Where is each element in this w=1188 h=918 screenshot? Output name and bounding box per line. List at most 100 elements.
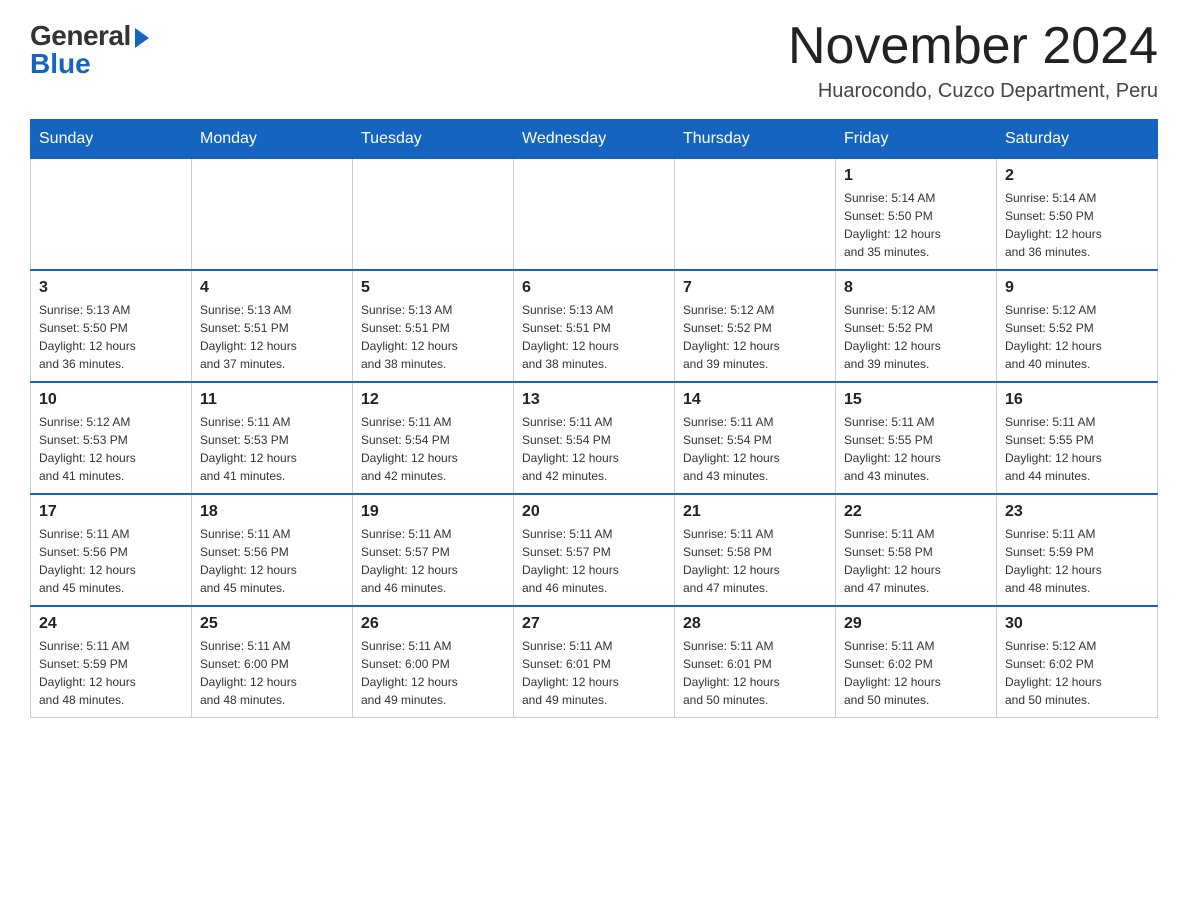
calendar-cell: 28 Sunrise: 5:11 AMSunset: 6:01 PMDayligh…: [675, 606, 836, 718]
calendar-cell: 4 Sunrise: 5:13 AMSunset: 5:51 PMDaylight…: [192, 270, 353, 382]
day-of-week-header: Friday: [836, 120, 997, 159]
calendar-cell: 14 Sunrise: 5:11 AMSunset: 5:54 PMDayligh…: [675, 382, 836, 494]
day-info: Sunrise: 5:11 AMSunset: 5:58 PMDaylight:…: [683, 525, 827, 597]
day-info: Sunrise: 5:11 AMSunset: 6:00 PMDaylight:…: [200, 637, 344, 709]
calendar-cell: 13Sunrise: 5:11 AMSunset: 5:54 PMDayligh…: [514, 382, 675, 494]
day-info: Sunrise: 5:11 AMSunset: 5:57 PMDaylight:…: [361, 525, 505, 597]
day-number: 20: [522, 503, 666, 521]
day-number: 8: [844, 279, 988, 297]
day-info: Sunrise: 5:11 AMSunset: 5:59 PMDaylight:…: [1005, 525, 1149, 597]
logo-arrow-icon: [135, 28, 149, 48]
day-number: 28: [683, 615, 827, 633]
day-of-week-header: Saturday: [997, 120, 1158, 159]
day-info: Sunrise: 5:11 AMSunset: 6:00 PMDaylight:…: [361, 637, 505, 709]
calendar-cell: 11Sunrise: 5:11 AMSunset: 5:53 PMDayligh…: [192, 382, 353, 494]
calendar-cell: 18 Sunrise: 5:11 AMSunset: 5:56 PMDayligh…: [192, 494, 353, 606]
day-info: Sunrise: 5:11 AMSunset: 5:55 PMDaylight:…: [844, 413, 988, 485]
day-number: 4: [200, 279, 344, 297]
day-number: 10: [39, 391, 183, 409]
calendar-header-row: SundayMondayTuesdayWednesdayThursdayFrid…: [31, 120, 1158, 159]
calendar-cell: 17 Sunrise: 5:11 AMSunset: 5:56 PMDayligh…: [31, 494, 192, 606]
day-number: 7: [683, 279, 827, 297]
day-number: 13: [522, 391, 666, 409]
calendar-cell: 7 Sunrise: 5:12 AMSunset: 5:52 PMDaylight…: [675, 270, 836, 382]
day-info: Sunrise: 5:11 AMSunset: 5:53 PMDaylight:…: [200, 413, 344, 485]
day-of-week-header: Wednesday: [514, 120, 675, 159]
day-number: 25: [200, 615, 344, 633]
logo: General Blue: [30, 20, 149, 80]
calendar-cell: 3 Sunrise: 5:13 AMSunset: 5:50 PMDaylight…: [31, 270, 192, 382]
day-info: Sunrise: 5:11 AMSunset: 5:55 PMDaylight:…: [1005, 413, 1149, 485]
logo-blue-text: Blue: [30, 48, 91, 80]
day-number: 6: [522, 279, 666, 297]
day-number: 9: [1005, 279, 1149, 297]
day-info: Sunrise: 5:11 AMSunset: 6:01 PMDaylight:…: [683, 637, 827, 709]
day-number: 29: [844, 615, 988, 633]
calendar-cell: 10Sunrise: 5:12 AMSunset: 5:53 PMDayligh…: [31, 382, 192, 494]
day-number: 17: [39, 503, 183, 521]
location-title: Huarocondo, Cuzco Department, Peru: [788, 80, 1158, 103]
calendar-cell: 6 Sunrise: 5:13 AMSunset: 5:51 PMDaylight…: [514, 270, 675, 382]
calendar-cell: 20 Sunrise: 5:11 AMSunset: 5:57 PMDayligh…: [514, 494, 675, 606]
day-number: 30: [1005, 615, 1149, 633]
day-number: 15: [844, 391, 988, 409]
day-of-week-header: Tuesday: [353, 120, 514, 159]
calendar-cell: 30 Sunrise: 5:12 AMSunset: 6:02 PMDayligh…: [997, 606, 1158, 718]
calendar-cell: 23Sunrise: 5:11 AMSunset: 5:59 PMDayligh…: [997, 494, 1158, 606]
day-info: Sunrise: 5:11 AMSunset: 5:57 PMDaylight:…: [522, 525, 666, 597]
calendar-cell: 21 Sunrise: 5:11 AMSunset: 5:58 PMDayligh…: [675, 494, 836, 606]
day-info: Sunrise: 5:11 AMSunset: 5:59 PMDaylight:…: [39, 637, 183, 709]
day-info: Sunrise: 5:11 AMSunset: 5:56 PMDaylight:…: [39, 525, 183, 597]
day-info: Sunrise: 5:13 AMSunset: 5:50 PMDaylight:…: [39, 301, 183, 373]
day-info: Sunrise: 5:12 AMSunset: 6:02 PMDaylight:…: [1005, 637, 1149, 709]
calendar-cell: 1Sunrise: 5:14 AMSunset: 5:50 PMDaylight…: [836, 159, 997, 271]
calendar-cell: [514, 159, 675, 271]
day-info: Sunrise: 5:11 AMSunset: 5:54 PMDaylight:…: [361, 413, 505, 485]
calendar-cell: 24 Sunrise: 5:11 AMSunset: 5:59 PMDayligh…: [31, 606, 192, 718]
calendar-cell: 15 Sunrise: 5:11 AMSunset: 5:55 PMDayligh…: [836, 382, 997, 494]
calendar-week-row: 24 Sunrise: 5:11 AMSunset: 5:59 PMDayligh…: [31, 606, 1158, 718]
calendar-cell: 25 Sunrise: 5:11 AMSunset: 6:00 PMDayligh…: [192, 606, 353, 718]
calendar-week-row: 3 Sunrise: 5:13 AMSunset: 5:50 PMDaylight…: [31, 270, 1158, 382]
day-number: 14: [683, 391, 827, 409]
calendar-week-row: 10Sunrise: 5:12 AMSunset: 5:53 PMDayligh…: [31, 382, 1158, 494]
day-number: 21: [683, 503, 827, 521]
calendar-cell: 16Sunrise: 5:11 AMSunset: 5:55 PMDayligh…: [997, 382, 1158, 494]
day-number: 26: [361, 615, 505, 633]
day-info: Sunrise: 5:13 AMSunset: 5:51 PMDaylight:…: [361, 301, 505, 373]
day-info: Sunrise: 5:11 AMSunset: 5:54 PMDaylight:…: [683, 413, 827, 485]
page-header: General Blue November 2024 Huarocondo, C…: [30, 20, 1158, 103]
calendar-cell: 5 Sunrise: 5:13 AMSunset: 5:51 PMDaylight…: [353, 270, 514, 382]
day-number: 2: [1005, 167, 1149, 185]
day-info: Sunrise: 5:11 AMSunset: 5:56 PMDaylight:…: [200, 525, 344, 597]
day-of-week-header: Thursday: [675, 120, 836, 159]
day-info: Sunrise: 5:12 AMSunset: 5:52 PMDaylight:…: [844, 301, 988, 373]
day-info: Sunrise: 5:14 AMSunset: 5:50 PMDaylight:…: [844, 189, 988, 261]
calendar-cell: 8 Sunrise: 5:12 AMSunset: 5:52 PMDaylight…: [836, 270, 997, 382]
calendar-cell: 26 Sunrise: 5:11 AMSunset: 6:00 PMDayligh…: [353, 606, 514, 718]
calendar-cell: [353, 159, 514, 271]
month-title: November 2024: [788, 20, 1158, 72]
calendar-cell: [31, 159, 192, 271]
calendar-cell: 12Sunrise: 5:11 AMSunset: 5:54 PMDayligh…: [353, 382, 514, 494]
calendar-table: SundayMondayTuesdayWednesdayThursdayFrid…: [30, 119, 1158, 718]
day-number: 22: [844, 503, 988, 521]
title-section: November 2024 Huarocondo, Cuzco Departme…: [788, 20, 1158, 103]
day-info: Sunrise: 5:11 AMSunset: 6:01 PMDaylight:…: [522, 637, 666, 709]
day-number: 24: [39, 615, 183, 633]
day-number: 5: [361, 279, 505, 297]
day-info: Sunrise: 5:12 AMSunset: 5:52 PMDaylight:…: [1005, 301, 1149, 373]
day-info: Sunrise: 5:11 AMSunset: 6:02 PMDaylight:…: [844, 637, 988, 709]
calendar-cell: 29 Sunrise: 5:11 AMSunset: 6:02 PMDayligh…: [836, 606, 997, 718]
day-number: 18: [200, 503, 344, 521]
day-number: 27: [522, 615, 666, 633]
calendar-cell: [675, 159, 836, 271]
day-info: Sunrise: 5:12 AMSunset: 5:52 PMDaylight:…: [683, 301, 827, 373]
calendar-cell: [192, 159, 353, 271]
calendar-week-row: 17 Sunrise: 5:11 AMSunset: 5:56 PMDayligh…: [31, 494, 1158, 606]
day-info: Sunrise: 5:13 AMSunset: 5:51 PMDaylight:…: [522, 301, 666, 373]
day-info: Sunrise: 5:13 AMSunset: 5:51 PMDaylight:…: [200, 301, 344, 373]
day-number: 3: [39, 279, 183, 297]
calendar-cell: 2Sunrise: 5:14 AMSunset: 5:50 PMDaylight…: [997, 159, 1158, 271]
day-number: 19: [361, 503, 505, 521]
